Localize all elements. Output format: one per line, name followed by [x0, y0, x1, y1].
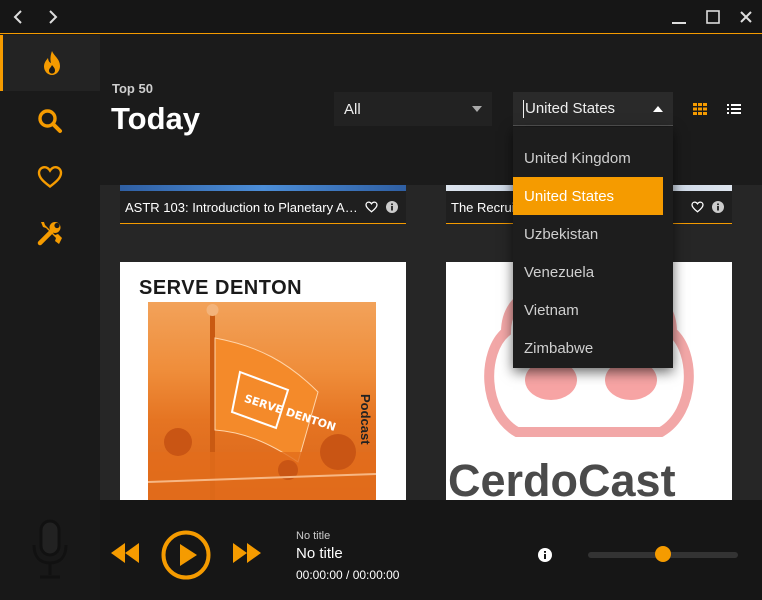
- volume-slider-thumb[interactable]: [655, 546, 671, 562]
- cover-photo: SERVE DENTON: [147, 302, 377, 500]
- heart-icon[interactable]: [365, 201, 378, 213]
- sidebar: [0, 35, 100, 500]
- back-button[interactable]: [8, 7, 28, 27]
- flag-photo-icon: SERVE DENTON: [147, 304, 377, 500]
- search-icon: [38, 109, 62, 133]
- rewind-button[interactable]: [111, 543, 139, 563]
- chevron-right-icon: [49, 10, 58, 24]
- now-playing-title: No title: [296, 545, 343, 562]
- country-option[interactable]: United Kingdom: [513, 139, 673, 177]
- info-icon[interactable]: [386, 201, 398, 213]
- close-button[interactable]: [736, 7, 756, 27]
- text-cursor: [523, 99, 524, 118]
- sidebar-item-settings[interactable]: [0, 205, 100, 261]
- tools-icon: [37, 222, 62, 246]
- country-option[interactable]: Uzbekistan: [513, 215, 673, 253]
- player-bar: No title No title 00:00:00 / 00:00:00: [0, 500, 762, 600]
- info-button[interactable]: [538, 548, 552, 562]
- category-select[interactable]: All: [334, 92, 492, 126]
- chevron-left-icon: [13, 10, 22, 24]
- microphone-icon: [32, 519, 68, 579]
- country-option[interactable]: Vietnam: [513, 291, 673, 329]
- now-playing-label: No title: [296, 530, 331, 542]
- sidebar-item-search[interactable]: [0, 93, 100, 149]
- play-icon: [161, 530, 211, 580]
- info-icon[interactable]: [712, 201, 724, 213]
- country-option[interactable]: Zimbabwe: [513, 329, 673, 367]
- country-option[interactable]: Venezuela: [513, 253, 673, 291]
- card-title: ASTR 103: Introduction to Planetary Astr…: [125, 199, 359, 215]
- maximize-button[interactable]: [703, 7, 723, 27]
- sidebar-item-top[interactable]: [0, 35, 100, 91]
- fast-forward-button[interactable]: [233, 543, 261, 563]
- minimize-button[interactable]: [669, 7, 689, 27]
- cover-title: CerdoCast: [448, 455, 676, 500]
- info-icon: [538, 548, 552, 562]
- card-title-row[interactable]: ASTR 103: Introduction to Planetary Astr…: [120, 191, 406, 224]
- heart-icon[interactable]: [691, 201, 704, 213]
- page-title: Today: [111, 101, 200, 136]
- minimize-icon: [672, 22, 686, 24]
- country-select[interactable]: United States: [513, 92, 673, 126]
- fast-forward-icon: [233, 543, 261, 563]
- now-playing-time: 00:00:00 / 00:00:00: [296, 568, 400, 582]
- heart-icon: [37, 165, 63, 189]
- play-button[interactable]: [161, 530, 211, 580]
- rewind-icon: [111, 543, 139, 563]
- close-icon: [740, 11, 752, 23]
- country-option-selected[interactable]: United States: [513, 177, 663, 215]
- category-select-value: All: [344, 100, 361, 118]
- podcast-cover-serve-denton[interactable]: SERVE DENTON SERVE DENTON Podcast: [120, 262, 406, 500]
- maximize-icon: [706, 10, 720, 24]
- grid-view-icon[interactable]: [692, 101, 708, 117]
- country-select-value: United States: [525, 100, 616, 117]
- sidebar-item-favorites[interactable]: [0, 149, 100, 205]
- forward-button[interactable]: [43, 7, 63, 27]
- country-dropdown: United Kingdom United States Uzbekistan …: [513, 127, 673, 368]
- page-subtitle: Top 50: [112, 81, 153, 96]
- now-playing-art: [0, 500, 100, 600]
- caret-down-icon: [472, 106, 482, 112]
- title-bar: [0, 0, 762, 34]
- caret-up-icon: [653, 106, 663, 112]
- cover-title: SERVE DENTON: [139, 277, 303, 299]
- list-view-icon[interactable]: [726, 101, 742, 117]
- flame-icon: [43, 51, 60, 75]
- cover-side-text: Podcast: [358, 394, 373, 445]
